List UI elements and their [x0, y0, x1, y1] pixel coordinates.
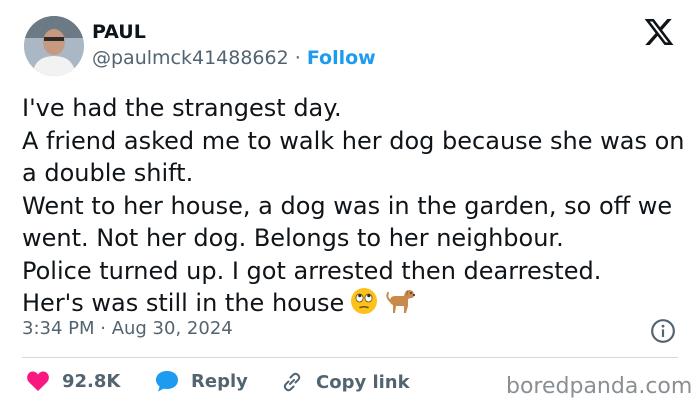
like-button[interactable]: 92.8K	[26, 370, 120, 392]
copy-link-label: Copy link	[316, 371, 410, 393]
dog-icon	[384, 287, 416, 324]
reply-label: Reply	[191, 370, 248, 392]
copy-link-button[interactable]: Copy link	[280, 370, 410, 394]
tweet-timestamp[interactable]: 3:34 PM · Aug 30, 2024	[22, 318, 233, 339]
face-with-rolling-eyes-icon	[350, 287, 378, 324]
tweet-body: I've had the strangest day. A friend ask…	[22, 94, 685, 317]
heart-icon	[27, 371, 49, 391]
separator-dot: ·	[294, 47, 301, 69]
handle-row: @paulmck41488662 · Follow	[92, 47, 376, 69]
user-handle[interactable]: @paulmck41488662	[92, 47, 289, 69]
x-logo-icon[interactable]	[641, 16, 677, 48]
reply-bubble-icon	[156, 371, 178, 392]
tweet-text: I've had the strangest day. A friend ask…	[22, 92, 687, 324]
avatar[interactable]	[24, 16, 84, 76]
info-icon[interactable]	[650, 318, 676, 344]
like-count: 92.8K	[62, 370, 121, 392]
watermark: boredpanda.com	[506, 374, 693, 399]
divider	[22, 357, 678, 358]
link-icon	[283, 372, 301, 392]
display-name[interactable]: PAUL	[92, 21, 146, 43]
avatar-photo	[24, 16, 84, 76]
follow-button[interactable]: Follow	[307, 47, 376, 69]
reply-button[interactable]: Reply	[155, 370, 248, 392]
